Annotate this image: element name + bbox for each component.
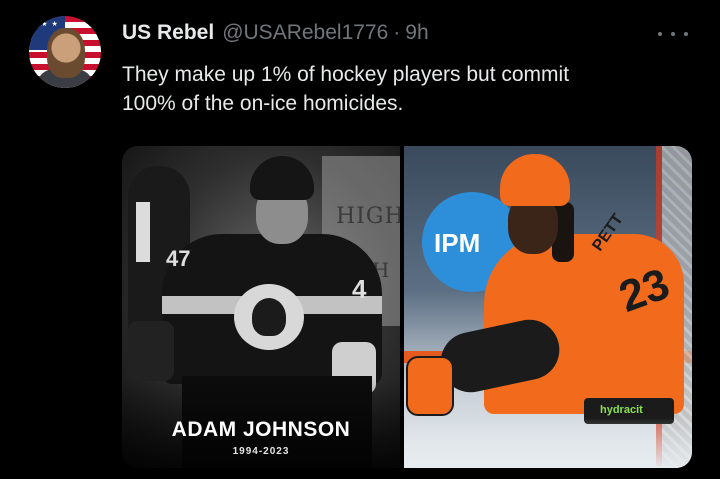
author-handle[interactable]: @USARebel1776 [222,21,388,45]
jersey-sponsor-text: hydracit [600,404,643,416]
jersey-number: 47 [166,246,191,271]
tweet-media[interactable]: HIGH IGH 47 4 ADAM JOHNSON 1994-2023 IPM [122,146,692,468]
avatar-face [47,28,85,78]
player-helmet [250,156,314,200]
player-glove [406,356,454,416]
player-glove [128,321,174,381]
ice-surface [404,418,692,468]
player-helmet [500,154,570,206]
jersey-number: 4 [352,274,367,304]
arena-sign-text: HIGH [336,204,400,229]
more-dot [658,32,662,36]
background-person-shirt [136,202,150,262]
tweet-text: They make up 1% of hockey players but co… [122,63,570,115]
team-logo [234,284,304,350]
profile-avatar[interactable] [29,16,101,88]
media-photo-player[interactable]: IPM PETT 23 hydracit [404,146,692,468]
more-dot [671,32,675,36]
memorial-name: ADAM JOHNSON [171,418,351,441]
more-dot [684,32,688,36]
memorial-years: 1994-2023 [232,446,290,457]
author-name[interactable]: US Rebel [122,21,214,45]
more-horizontal-icon[interactable] [658,24,688,44]
tweet-timestamp[interactable]: 9h [405,21,428,45]
separator-dot: · [393,21,401,44]
sponsor-logo-text: IPM [434,228,481,258]
media-photo-memorial[interactable]: HIGH IGH 47 4 ADAM JOHNSON 1994-2023 [122,146,400,468]
tweet-header: US Rebel @USARebel1776 · 9h [122,19,429,47]
